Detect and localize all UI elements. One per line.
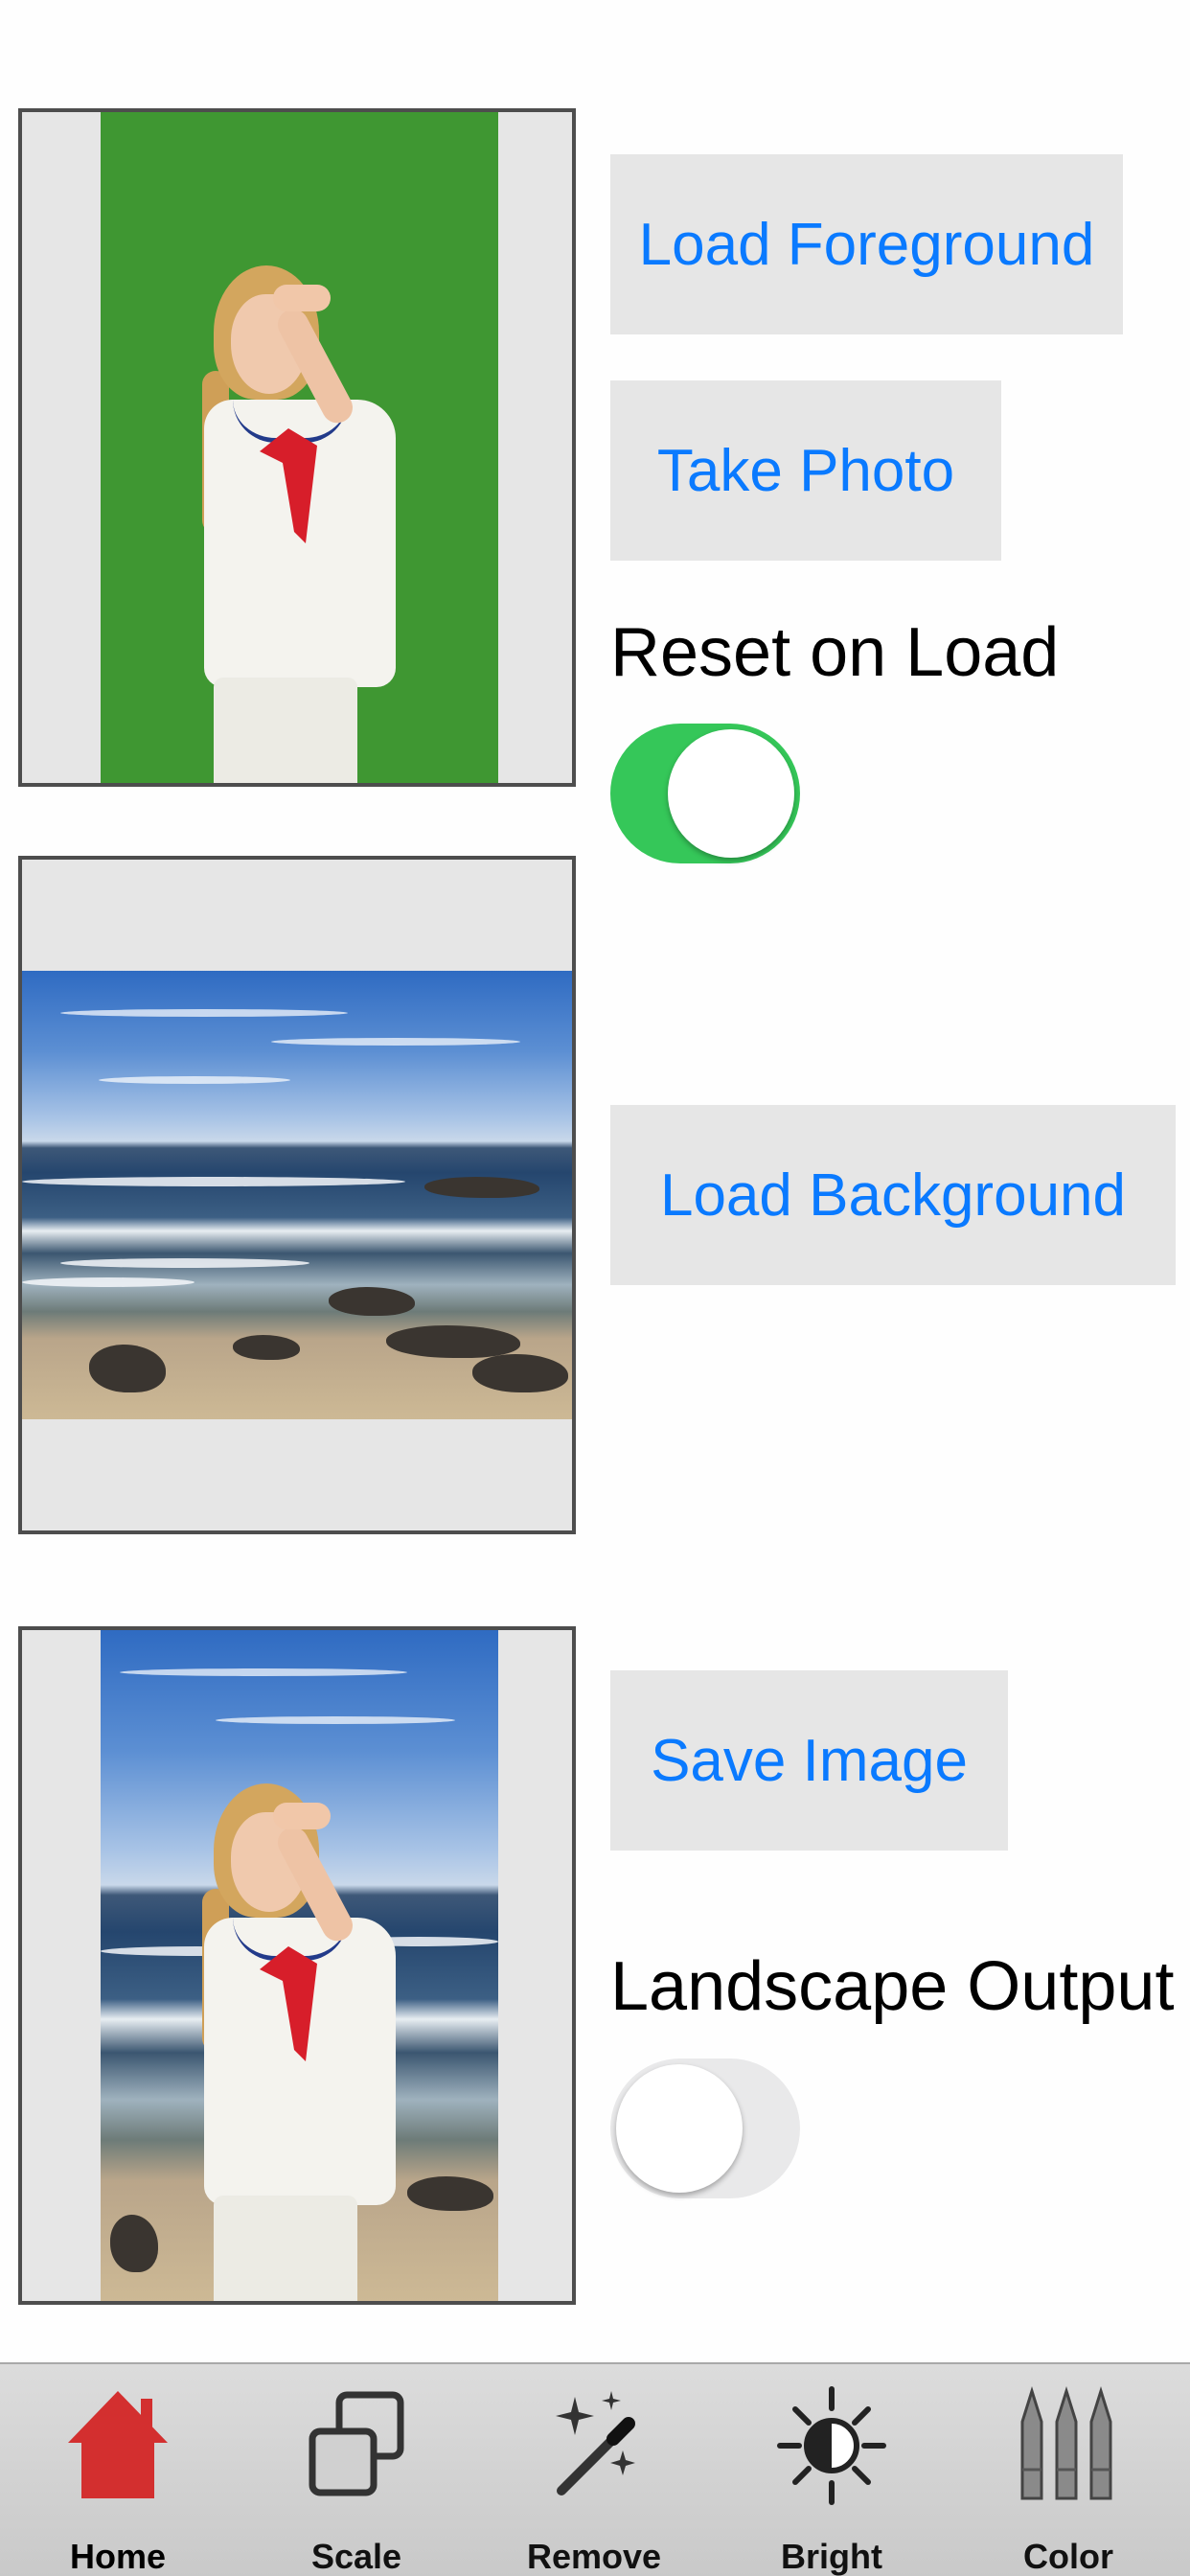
tab-remove[interactable]: Remove [517, 2364, 671, 2576]
brightness-icon [777, 2386, 886, 2505]
scale-icon [309, 2391, 404, 2496]
composite-preview [18, 1626, 576, 2305]
take-photo-button[interactable]: Take Photo [610, 380, 1001, 561]
tab-bright[interactable]: Bright [755, 2364, 908, 2576]
foreground-subject [185, 265, 434, 783]
reset-on-load-toggle[interactable] [610, 724, 800, 863]
tab-label: Bright [781, 2537, 882, 2576]
background-preview [18, 856, 576, 1534]
beach-background-image [22, 971, 572, 1419]
tab-label: Home [69, 2537, 167, 2576]
load-foreground-button[interactable]: Load Foreground [610, 154, 1123, 334]
reset-on-load-label: Reset on Load [610, 614, 1060, 691]
home-icon [68, 2391, 168, 2498]
crayons-icon [1020, 2385, 1112, 2500]
app-screen: Load Foreground Take Photo Reset on Load… [0, 0, 1190, 2576]
tab-label: Scale [310, 2537, 402, 2576]
magic-wand-icon [556, 2391, 635, 2496]
load-background-button[interactable]: Load Background [610, 1105, 1176, 1285]
foreground-preview [18, 108, 576, 787]
tab-label: Color [1023, 2537, 1113, 2576]
tab-label: Remove [526, 2537, 662, 2576]
toggle-knob [616, 2064, 743, 2193]
toggle-knob [668, 729, 794, 858]
save-image-button[interactable]: Save Image [610, 1670, 1008, 1851]
composite-subject [185, 1783, 434, 2301]
landscape-output-toggle[interactable] [610, 2058, 800, 2198]
landscape-output-label: Landscape Output [610, 1948, 1175, 2025]
tab-bar: Home Scale Remove Bright Color [0, 2362, 1190, 2576]
tab-scale[interactable]: Scale [280, 2364, 433, 2576]
tab-color[interactable]: Color [992, 2364, 1145, 2576]
tab-home[interactable]: Home [41, 2364, 195, 2576]
